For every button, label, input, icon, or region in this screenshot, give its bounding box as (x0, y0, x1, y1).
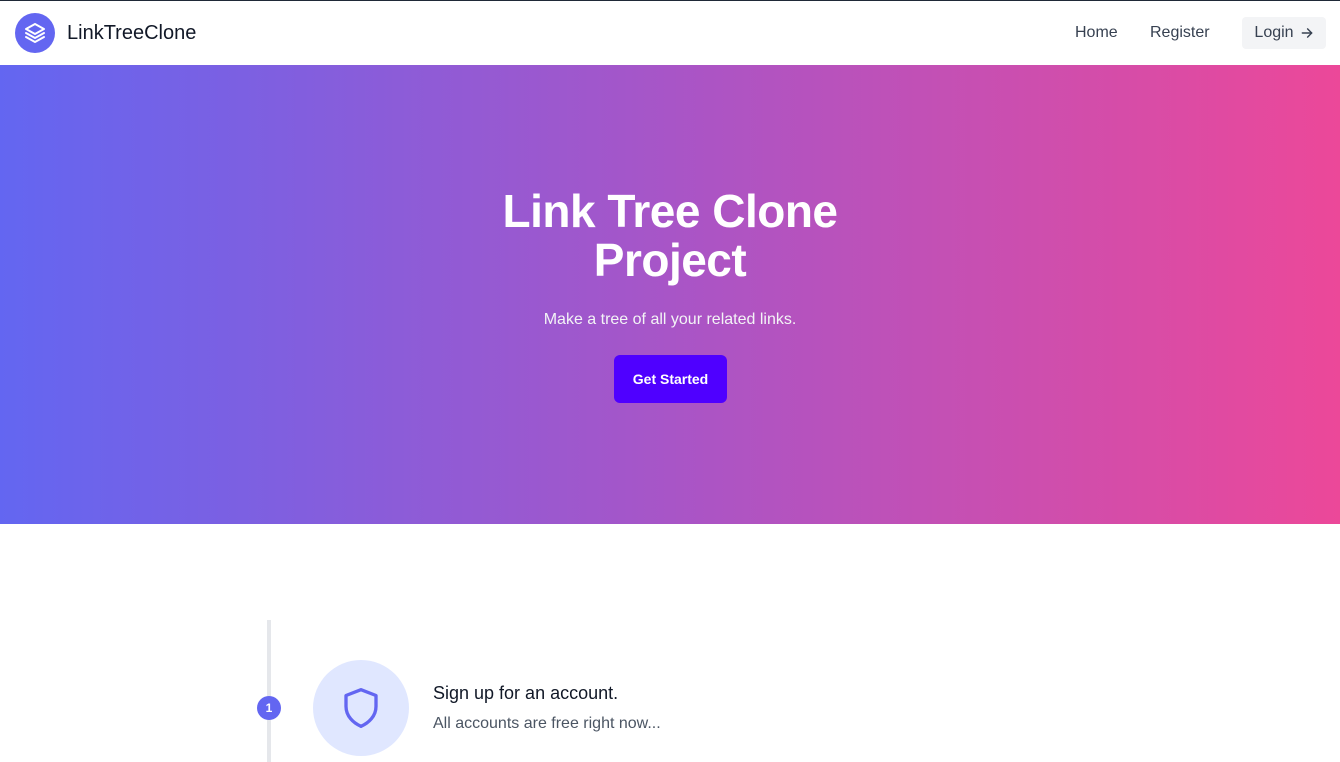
step-title: Sign up for an account. (433, 683, 619, 703)
step-icon-container (313, 660, 409, 756)
steps-timeline-line (267, 620, 271, 762)
navbar: LinkTreeClone Home Register Login (0, 1, 1340, 65)
nav-home-link[interactable]: Home (1075, 24, 1118, 42)
hero-title-line-1: Link Tree Clone (502, 185, 838, 237)
shield-icon (344, 688, 378, 728)
step-description: All accounts are free right now... (433, 715, 661, 732)
login-button-label: Login (1254, 24, 1294, 41)
arrow-right-icon (1301, 28, 1312, 38)
get-started-button[interactable]: Get Started (614, 355, 727, 403)
brand-name[interactable]: LinkTreeClone (67, 22, 196, 44)
step-number-badge: 1 (257, 696, 281, 720)
layers-logo-icon[interactable] (15, 13, 55, 53)
hero-title: Link Tree Clone Project (420, 187, 920, 285)
hero-section: Link Tree Clone Project Make a tree of a… (0, 65, 1340, 524)
login-button[interactable]: Login (1242, 17, 1326, 49)
nav-register-link[interactable]: Register (1150, 24, 1210, 42)
hero-subtitle: Make a tree of all your related links. (543, 311, 797, 328)
hero-title-line-2: Project (593, 234, 747, 286)
